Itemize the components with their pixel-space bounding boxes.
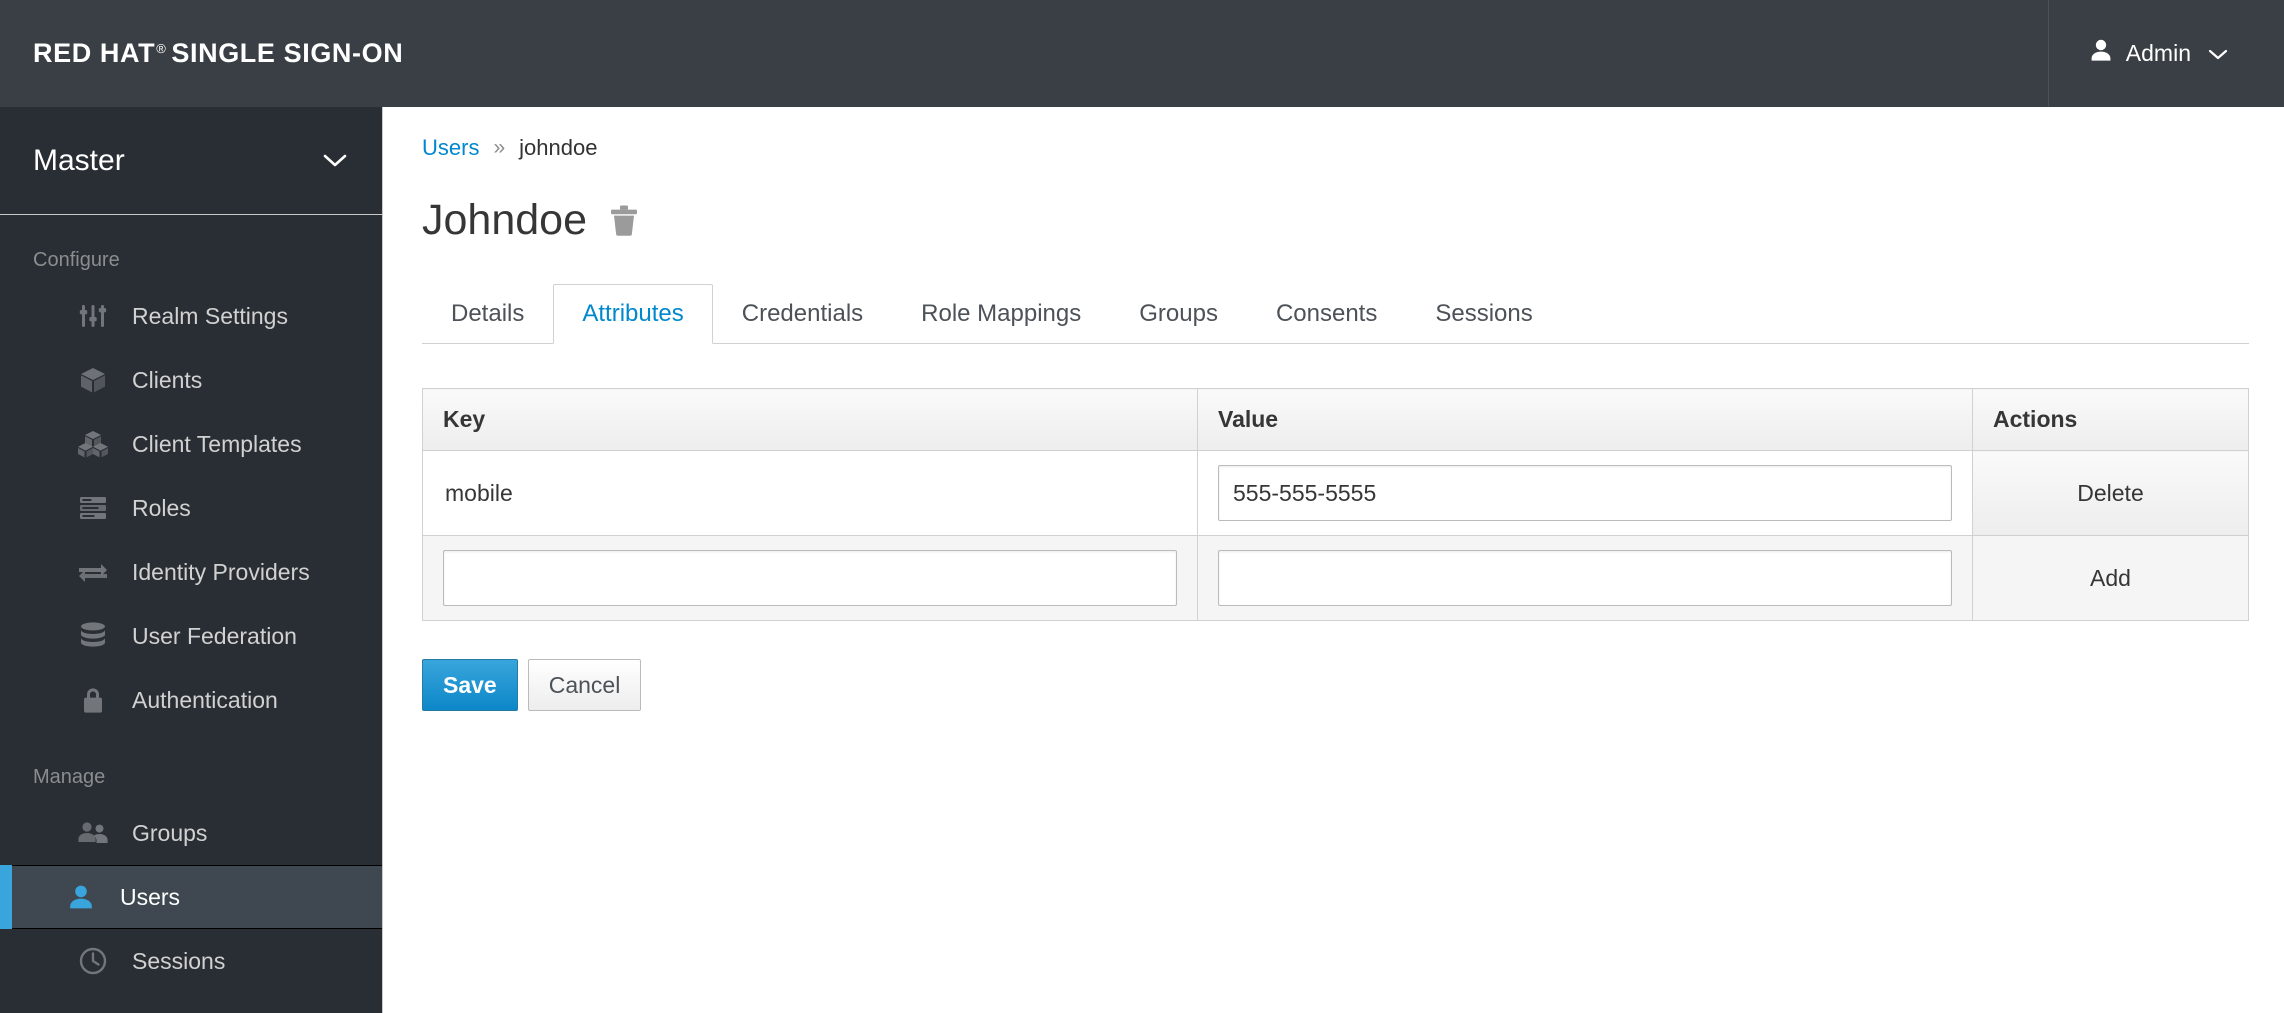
trash-icon[interactable] [609,204,639,242]
brand-redhat-text: RED HAT [33,38,156,68]
attributes-table: Key Value Actions mobile Delete [422,388,2249,621]
brand-logo[interactable]: RED HAT ® SINGLE SIGN-ON [33,38,403,69]
app-root: RED HAT ® SINGLE SIGN-ON Admin Master Co… [0,0,2284,1013]
user-menu-button[interactable]: Admin [2089,38,2228,69]
table-header-row: Key Value Actions [422,388,2249,451]
new-attribute-key-cell [422,535,1198,621]
tab-consents[interactable]: Consents [1247,284,1406,344]
sidebar-item-label: Users [120,883,181,910]
attribute-value-input[interactable] [1218,465,1952,521]
sidebar-item-realm-settings[interactable]: Realm Settings [0,284,382,348]
sidebar-item-label: Identity Providers [132,558,310,585]
sidebar-item-groups[interactable]: Groups [0,801,382,865]
delete-attribute-button[interactable]: Delete [1972,450,2249,536]
sidebar: Master Configure Realm Settings Clients … [0,107,383,1013]
sidebar-item-roles[interactable]: Roles [0,476,382,540]
exchange-arrows-icon [76,560,110,584]
sidebar-item-label: Sessions [132,947,226,974]
realm-selector[interactable]: Master [0,107,382,215]
brand-product-text: SINGLE SIGN-ON [171,38,404,68]
column-header-actions: Actions [1972,388,2249,451]
sidebar-item-clients[interactable]: Clients [0,348,382,412]
cancel-button[interactable]: Cancel [527,659,642,711]
cubes-icon [76,430,110,458]
user-icon [64,884,98,911]
sidebar-item-label: User Federation [132,622,297,649]
sidebar-item-label: Authentication [132,686,278,713]
tab-credentials[interactable]: Credentials [713,284,892,344]
sidebar-item-identity-providers[interactable]: Identity Providers [0,540,382,604]
main-content: Users » johndoe Johndoe Details Attribut… [384,107,2284,1013]
tab-role-mappings[interactable]: Role Mappings [892,284,1110,344]
sidebar-item-label: Groups [132,819,208,846]
sidebar-item-label: Roles [132,494,191,521]
sidebar-item-user-federation[interactable]: User Federation [0,604,382,668]
chevron-down-icon [2208,40,2228,67]
realm-name: Master [33,143,125,177]
add-attribute-button[interactable]: Add [1972,535,2249,621]
tab-sessions[interactable]: Sessions [1406,284,1561,344]
table-row: mobile Delete [422,450,2249,536]
attribute-value-cell [1197,450,1973,536]
new-attribute-value-cell [1197,535,1973,621]
tab-details[interactable]: Details [422,284,553,344]
sidebar-item-label: Client Templates [132,430,302,457]
list-bars-icon [76,496,110,520]
sidebar-item-label: Clients [132,366,203,393]
breadcrumb-separator-icon: » [493,136,506,159]
user-tabs: Details Attributes Credentials Role Mapp… [422,282,2249,344]
clock-icon [76,947,110,975]
users-group-icon [76,820,110,846]
page-title: Johndoe [422,195,587,244]
database-icon [76,622,110,650]
sidebar-item-label: Realm Settings [132,302,288,329]
attribute-key-text: mobile [422,450,1198,536]
chevron-down-icon [322,150,348,172]
save-button[interactable]: Save [422,659,518,711]
nav-section-configure-title: Configure [33,249,120,271]
lock-icon [76,686,110,714]
new-attribute-key-input[interactable] [443,550,1177,606]
nav-section-manage-title: Manage [33,766,106,788]
table-row: Add [422,535,2249,621]
breadcrumb: Users » johndoe [384,107,2284,161]
breadcrumb-current: johndoe [519,135,598,160]
tab-groups[interactable]: Groups [1110,284,1247,344]
user-menu-label: Admin [2125,40,2191,66]
page-title-row: Johndoe [384,161,2284,242]
sidebar-item-authentication[interactable]: Authentication [0,668,382,732]
sliders-icon [76,302,110,330]
column-header-value: Value [1197,388,1973,451]
sidebar-item-sessions[interactable]: Sessions [0,929,382,993]
registered-trademark-icon: ® [156,41,167,56]
cube-icon [76,366,110,394]
masthead-right: Admin [2047,0,2284,107]
column-header-key: Key [422,388,1198,451]
form-actions: Save Cancel [422,659,2284,711]
new-attribute-value-input[interactable] [1218,550,1952,606]
masthead: RED HAT ® SINGLE SIGN-ON Admin [0,0,2284,107]
sidebar-item-client-templates[interactable]: Client Templates [0,412,382,476]
user-icon [2089,38,2113,69]
tab-attributes[interactable]: Attributes [553,284,713,344]
breadcrumb-link-users[interactable]: Users [422,135,479,161]
sidebar-item-users[interactable]: Users [0,865,382,929]
